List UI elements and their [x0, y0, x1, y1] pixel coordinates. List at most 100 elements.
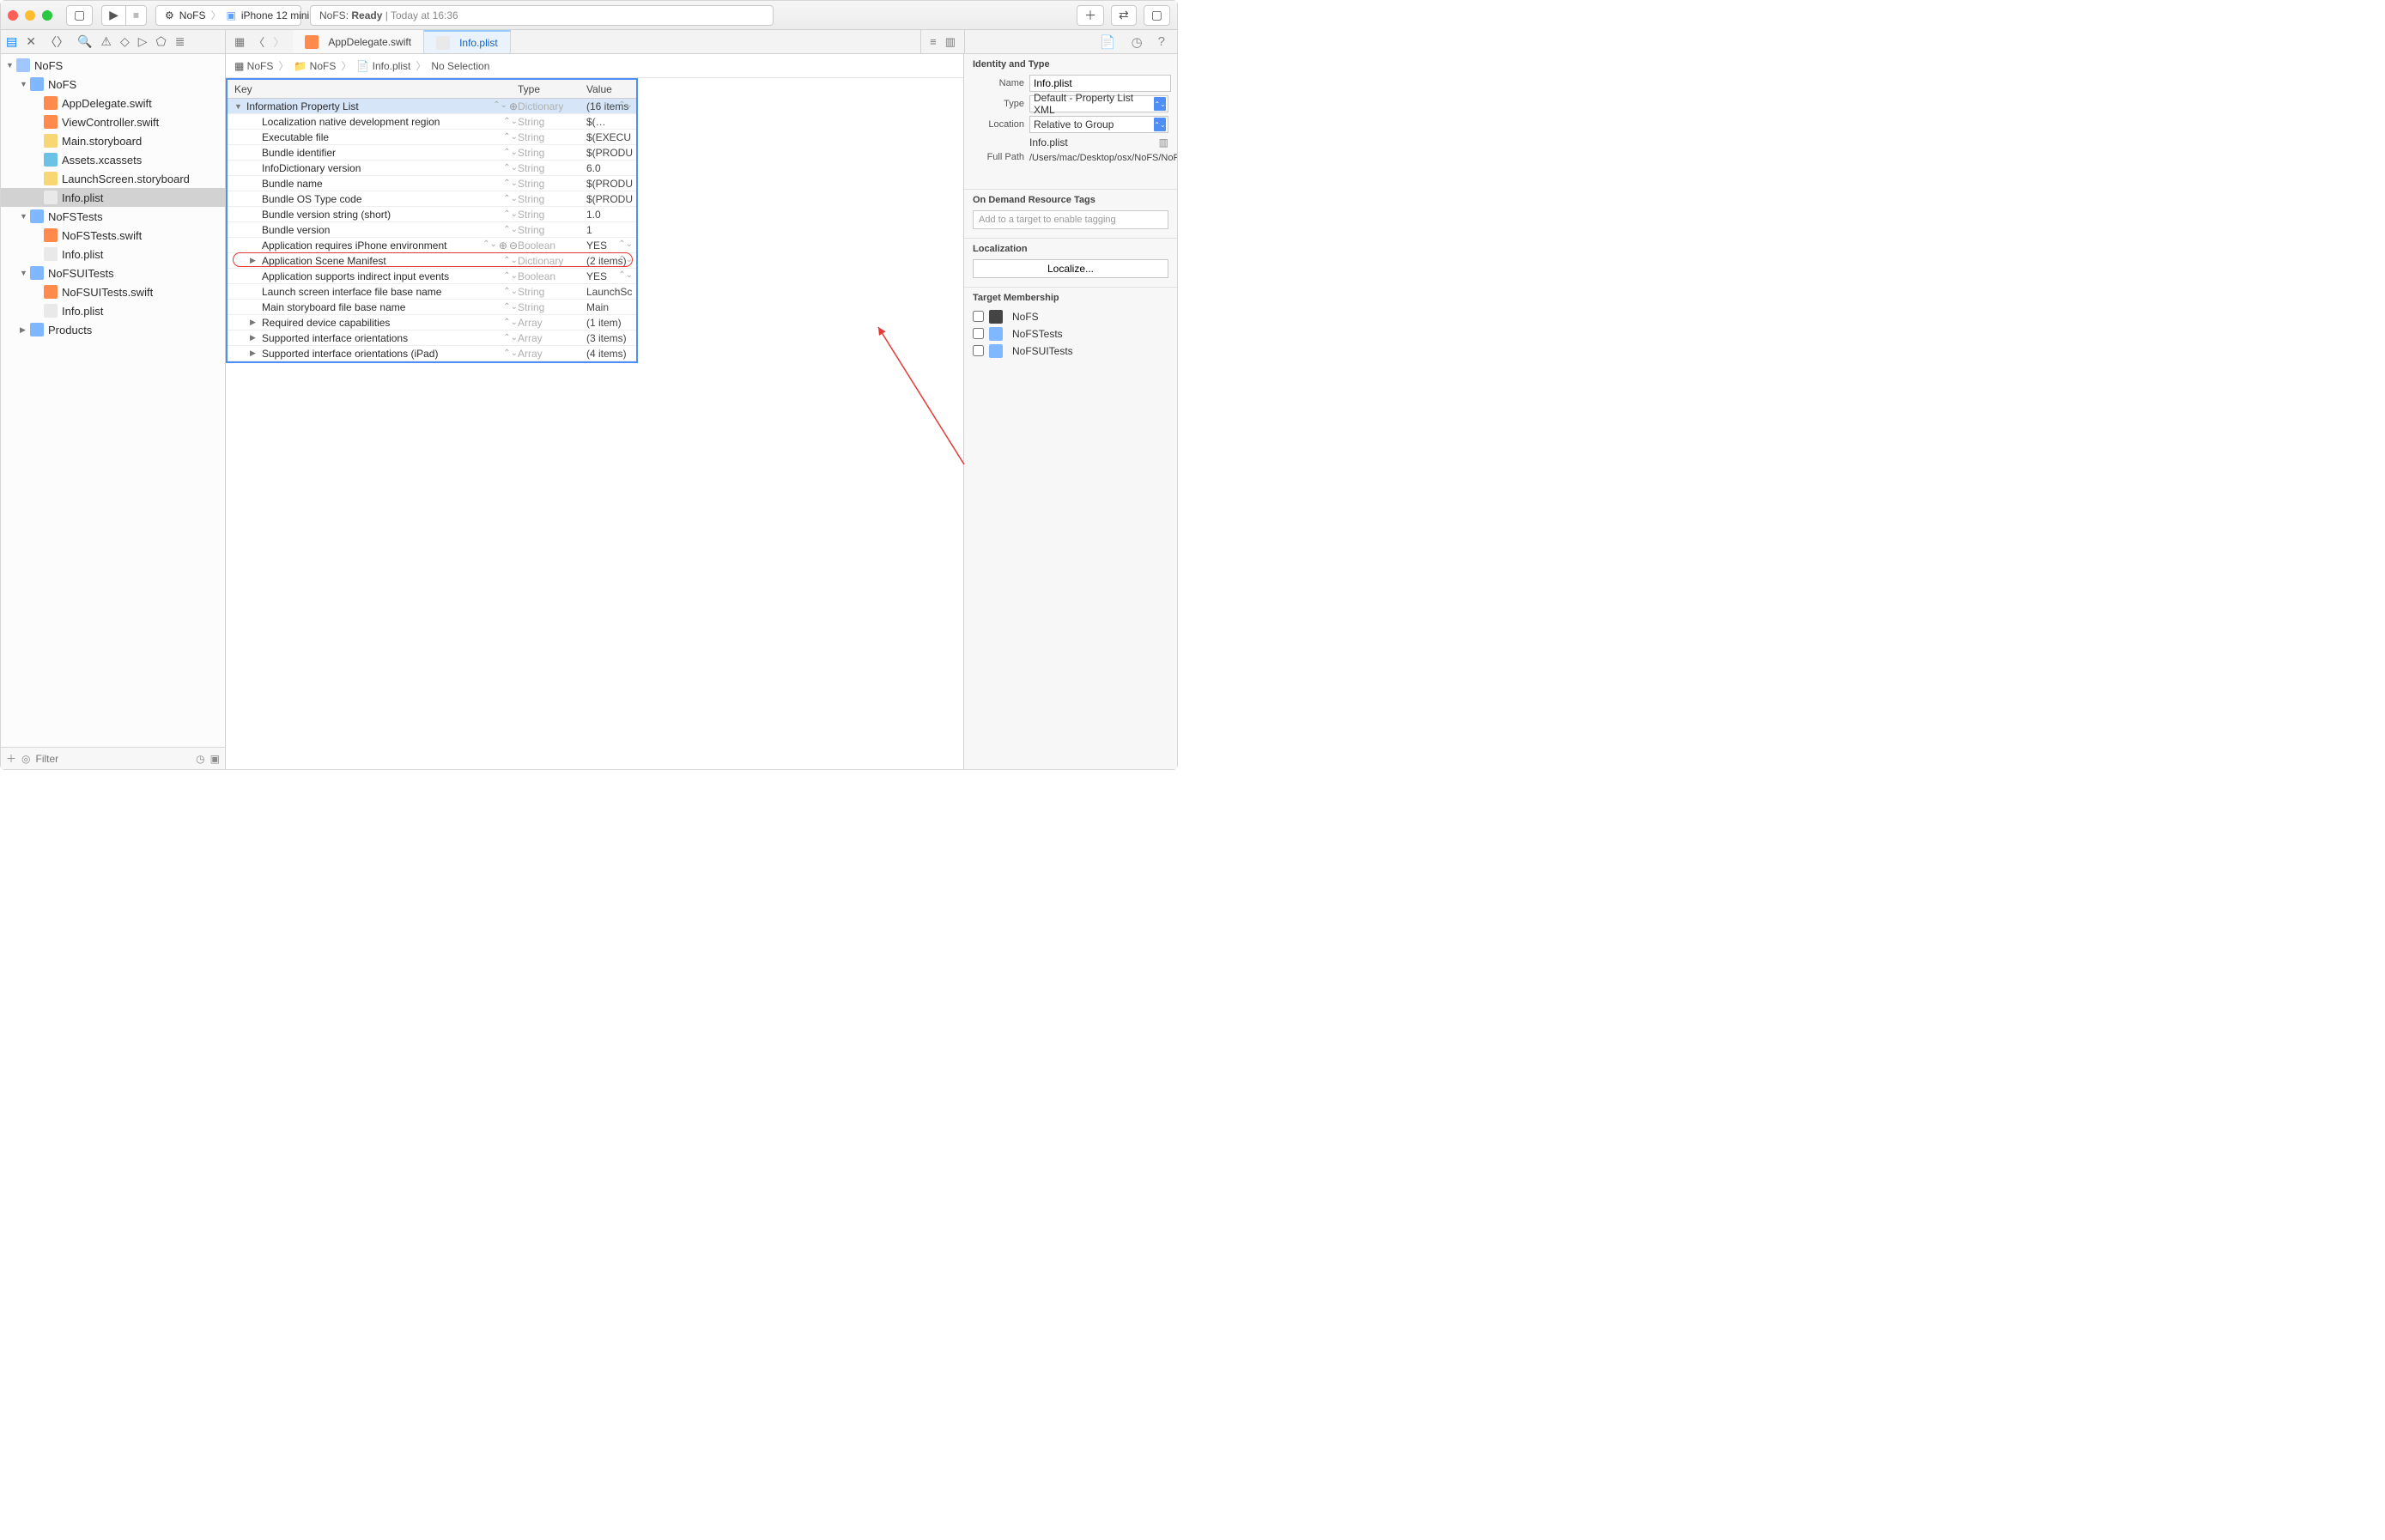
close-window-button[interactable]: [8, 10, 18, 21]
disclosure-triangle-icon[interactable]: ▶: [250, 349, 258, 358]
plist-row[interactable]: Bundle version string (short) ⌃⌄ String …: [228, 207, 636, 222]
tree-item[interactable]: AppDelegate.swift: [1, 94, 225, 112]
navigator-filter-input[interactable]: [36, 753, 191, 765]
name-input[interactable]: [1029, 75, 1171, 92]
editor-tab[interactable]: Info.plist: [424, 30, 511, 53]
key-stepper-icon[interactable]: ⌃⌄: [503, 209, 518, 219]
localize-button[interactable]: Localize...: [973, 259, 1168, 278]
tree-item[interactable]: Assets.xcassets: [1, 150, 225, 169]
library-button[interactable]: ＋: [1077, 5, 1104, 26]
disclosure-triangle-icon[interactable]: [33, 193, 42, 202]
disclosure-triangle-icon[interactable]: [33, 231, 42, 239]
project-tree[interactable]: NoFS NoFS AppDelegate.swift ViewControll…: [1, 54, 225, 747]
plist-editor[interactable]: Key Type Value ▼ Information Property Li…: [226, 78, 638, 363]
tree-item[interactable]: NoFS: [1, 56, 225, 75]
key-stepper-icon[interactable]: ⌃⌄: [503, 148, 518, 157]
symbol-navigator-icon[interactable]: 〈〉: [45, 33, 69, 51]
test-navigator-icon[interactable]: ◇: [120, 34, 130, 49]
value-stepper-icon[interactable]: ⌃⌄: [618, 270, 633, 280]
key-stepper-icon[interactable]: ⌃⌄: [503, 179, 518, 188]
plist-row[interactable]: ▼ Information Property List ⌃⌄⊕ Dictiona…: [228, 99, 636, 114]
plist-row[interactable]: ▶ Required device capabilities ⌃⌄ Array …: [228, 315, 636, 330]
plist-row[interactable]: Launch screen interface file base name ⌃…: [228, 284, 636, 300]
disclosure-triangle-icon[interactable]: [20, 80, 28, 88]
key-stepper-icon[interactable]: ⌃⌄: [503, 287, 518, 296]
plist-row[interactable]: Bundle version ⌃⌄ String 1: [228, 222, 636, 238]
disclosure-triangle-icon[interactable]: [33, 118, 42, 126]
remove-row-icon[interactable]: ⊖: [509, 239, 518, 252]
plist-row[interactable]: Application supports indirect input even…: [228, 269, 636, 284]
tree-item[interactable]: LaunchScreen.storyboard: [1, 169, 225, 188]
plist-row[interactable]: Bundle identifier ⌃⌄ String $(PRODU: [228, 145, 636, 161]
run-button[interactable]: ▶: [101, 5, 125, 26]
target-membership-row[interactable]: NoFS: [973, 308, 1168, 325]
key-stepper-icon[interactable]: ⌃⌄: [503, 163, 518, 173]
tree-item[interactable]: NoFS: [1, 75, 225, 94]
debug-navigator-icon[interactable]: ▷: [138, 34, 148, 49]
source-control-navigator-icon[interactable]: ✕: [26, 34, 36, 49]
tree-item[interactable]: NoFSTests.swift: [1, 226, 225, 245]
disclosure-triangle-icon[interactable]: [33, 99, 42, 107]
tree-item[interactable]: Info.plist: [1, 188, 225, 207]
key-stepper-icon[interactable]: ⌃⌄: [503, 349, 518, 358]
nav-back-icon[interactable]: 〈: [253, 33, 264, 50]
jumpbar-crumb[interactable]: 📄 Info.plist: [356, 60, 410, 72]
key-stepper-icon[interactable]: ⌃⌄: [503, 132, 518, 142]
value-stepper-icon[interactable]: ⌃⌄: [618, 239, 633, 249]
value-stepper-icon[interactable]: ⌃⌄: [618, 100, 633, 110]
plist-row[interactable]: ▶ Supported interface orientations (iPad…: [228, 346, 636, 361]
report-navigator-icon[interactable]: ≣: [175, 34, 185, 49]
disclosure-triangle-icon[interactable]: [33, 306, 42, 315]
tree-item[interactable]: Info.plist: [1, 245, 225, 264]
key-stepper-icon[interactable]: ⌃⌄: [503, 194, 518, 203]
disclosure-triangle-icon[interactable]: [20, 212, 28, 221]
key-stepper-icon[interactable]: ⌃⌄: [503, 318, 518, 327]
plist-row[interactable]: Localization native development region ⌃…: [228, 114, 636, 130]
find-navigator-icon[interactable]: 🔍: [77, 34, 92, 49]
zoom-window-button[interactable]: [42, 10, 52, 21]
disclosure-triangle-icon[interactable]: [33, 155, 42, 164]
column-key[interactable]: Key: [234, 83, 518, 95]
tree-item[interactable]: Main.storyboard: [1, 131, 225, 150]
key-stepper-icon[interactable]: ⌃⌄: [482, 239, 497, 252]
scm-filter-icon[interactable]: ▣: [210, 753, 220, 765]
target-membership-row[interactable]: NoFSUITests: [973, 343, 1168, 360]
jumpbar-crumb[interactable]: No Selection: [431, 60, 489, 72]
related-items-icon[interactable]: ▦: [234, 35, 245, 49]
code-review-button[interactable]: ⇄: [1111, 5, 1137, 26]
disclosure-triangle-icon[interactable]: ▶: [250, 318, 258, 327]
file-inspector-icon[interactable]: 📄: [1100, 34, 1116, 50]
plist-row[interactable]: Main storyboard file base name ⌃⌄ String…: [228, 300, 636, 315]
jumpbar-crumb[interactable]: 📁 NoFS: [294, 60, 336, 72]
disclosure-triangle-icon[interactable]: ▶: [250, 333, 258, 343]
plist-row[interactable]: Bundle name ⌃⌄ String $(PRODU: [228, 176, 636, 191]
filter-scope-icon[interactable]: ◎: [21, 753, 30, 765]
plist-row[interactable]: Bundle OS Type code ⌃⌄ String $(PRODU: [228, 191, 636, 207]
help-inspector-icon[interactable]: ?: [1158, 34, 1165, 49]
tree-item[interactable]: NoFSUITests.swift: [1, 282, 225, 301]
editor-tab[interactable]: AppDelegate.swift: [293, 30, 424, 53]
issue-navigator-icon[interactable]: ⚠: [100, 34, 112, 49]
disclosure-triangle-icon[interactable]: [20, 325, 28, 334]
scheme-selector[interactable]: ⚙︎ NoFS 〉 ▣ iPhone 12 mini: [155, 5, 301, 26]
target-checkbox[interactable]: [973, 345, 984, 356]
target-checkbox[interactable]: [973, 311, 984, 322]
key-stepper-icon[interactable]: ⌃⌄: [503, 225, 518, 234]
choose-folder-icon[interactable]: ▥: [1159, 136, 1168, 149]
disclosure-triangle-icon[interactable]: [6, 61, 15, 70]
adjust-editor-icon[interactable]: ▥: [945, 35, 956, 49]
minimize-window-button[interactable]: [25, 10, 35, 21]
disclosure-triangle-icon[interactable]: [33, 288, 42, 296]
key-stepper-icon[interactable]: ⌃⌄: [503, 271, 518, 281]
project-navigator-icon[interactable]: ▤: [6, 34, 17, 49]
toggle-navigator-button[interactable]: ▢: [66, 5, 93, 26]
tags-field[interactable]: Add to a target to enable tagging: [973, 210, 1168, 229]
key-stepper-icon[interactable]: ⌃⌄: [503, 302, 518, 312]
jump-bar[interactable]: ▦ NoFS〉📁 NoFS〉📄 Info.plist〉No Selection: [226, 54, 963, 78]
stop-button[interactable]: ⏹: [125, 5, 147, 26]
jumpbar-crumb[interactable]: ▦ NoFS: [234, 60, 273, 72]
tree-item[interactable]: NoFSUITests: [1, 264, 225, 282]
location-select[interactable]: Relative to Group ⌃⌄: [1029, 116, 1168, 133]
disclosure-triangle-icon[interactable]: [20, 269, 28, 277]
target-membership-row[interactable]: NoFSTests: [973, 325, 1168, 343]
